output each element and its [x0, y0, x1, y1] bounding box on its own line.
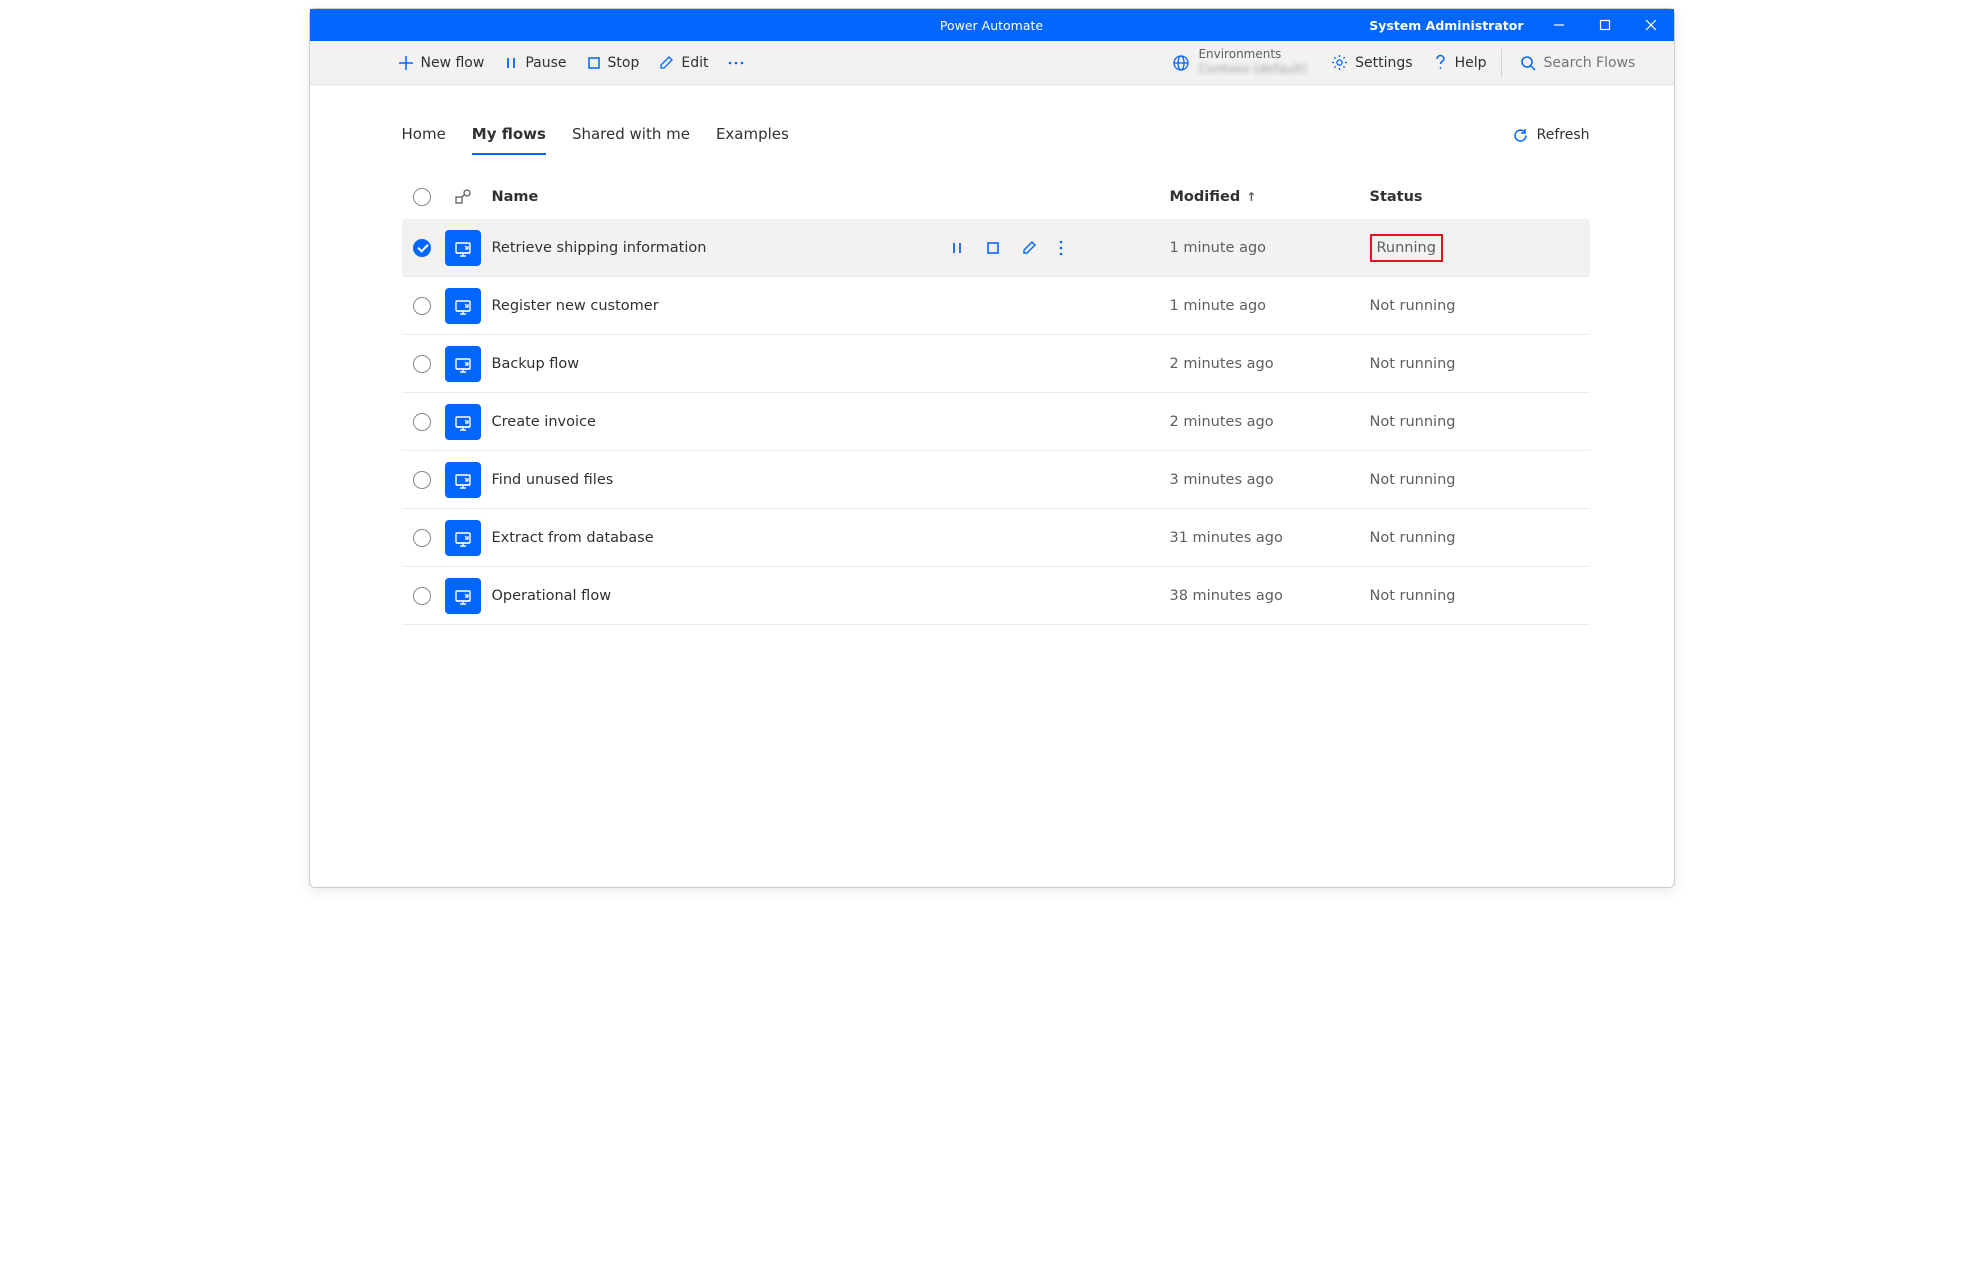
more-button[interactable]: [718, 46, 754, 80]
globe-icon: [1172, 54, 1190, 72]
select-all-checkbox[interactable]: [413, 188, 431, 206]
gear-icon: [1331, 54, 1348, 71]
modified-text: 38 minutes ago: [1170, 588, 1370, 604]
status-cell: Not running: [1370, 588, 1590, 604]
table-row[interactable]: Create invoice 2 minutes agoNot running: [402, 393, 1590, 451]
row-checkbox[interactable]: [413, 529, 431, 547]
help-label: Help: [1455, 55, 1487, 71]
status-cell: Not running: [1370, 472, 1590, 488]
pause-icon: [504, 56, 518, 70]
flow-icon: [445, 230, 481, 266]
refresh-label: Refresh: [1537, 127, 1590, 143]
modified-text: 2 minutes ago: [1170, 356, 1370, 372]
stop-label: Stop: [608, 55, 640, 71]
status-cell: Not running: [1370, 414, 1590, 430]
modified-text: 3 minutes ago: [1170, 472, 1370, 488]
flow-icon: [445, 520, 481, 556]
search-input[interactable]: [1544, 55, 1654, 71]
refresh-button[interactable]: Refresh: [1512, 127, 1590, 144]
divider: [1501, 49, 1502, 77]
modified-text: 1 minute ago: [1170, 298, 1370, 314]
table-row[interactable]: Extract from database 31 minutes agoNot r…: [402, 509, 1590, 567]
plus-icon: [398, 55, 414, 71]
table-row[interactable]: Operational flow 38 minutes agoNot runnin…: [402, 567, 1590, 625]
modified-text: 31 minutes ago: [1170, 530, 1370, 546]
stop-button[interactable]: Stop: [577, 46, 650, 80]
edit-label: Edit: [681, 55, 708, 71]
tab-home[interactable]: Home: [402, 115, 446, 155]
table-row[interactable]: Register new customer 1 minute agoNot run…: [402, 277, 1590, 335]
row-stop-button[interactable]: [986, 241, 1000, 255]
row-edit-button[interactable]: [1022, 240, 1037, 255]
table-row[interactable]: Find unused files 3 minutes agoNot runnin…: [402, 451, 1590, 509]
help-icon: [1433, 54, 1448, 71]
flow-name[interactable]: Extract from database: [484, 530, 950, 546]
flow-icon: [445, 462, 481, 498]
edit-button[interactable]: Edit: [649, 46, 718, 80]
tab-examples[interactable]: Examples: [716, 115, 789, 155]
table-row[interactable]: Retrieve shipping information 1 minute a…: [402, 219, 1590, 277]
tab-shared[interactable]: Shared with me: [572, 115, 690, 155]
refresh-icon: [1512, 127, 1529, 144]
settings-label: Settings: [1355, 55, 1412, 71]
minimize-button[interactable]: [1536, 9, 1582, 41]
table-header: Name Modified ↑ Status: [402, 175, 1590, 219]
status-cell: Not running: [1370, 530, 1590, 546]
flow-icon: [445, 578, 481, 614]
column-name[interactable]: Name: [484, 189, 950, 205]
more-icon: [728, 61, 744, 65]
row-checkbox[interactable]: [413, 355, 431, 373]
row-checkbox[interactable]: [413, 587, 431, 605]
flow-name[interactable]: Find unused files: [484, 472, 950, 488]
env-value: Contoso (default): [1198, 62, 1307, 76]
status-cell: Not running: [1370, 356, 1590, 372]
close-button[interactable]: [1628, 9, 1674, 41]
flow-name[interactable]: Register new customer: [484, 298, 950, 314]
settings-button[interactable]: Settings: [1321, 46, 1422, 80]
status-text: Running: [1370, 234, 1443, 262]
new-flow-label: New flow: [421, 55, 485, 71]
toolbar: New flow Pause Stop Edit Environments Co…: [310, 41, 1674, 85]
sort-asc-icon: ↑: [1246, 190, 1256, 204]
nav-tabs: Home My flows Shared with me Examples Re…: [402, 113, 1590, 157]
tab-myflows[interactable]: My flows: [472, 115, 546, 155]
flow-name[interactable]: Backup flow: [484, 356, 950, 372]
column-status[interactable]: Status: [1370, 189, 1590, 205]
table-row[interactable]: Backup flow 2 minutes agoNot running: [402, 335, 1590, 393]
stop-icon: [587, 56, 601, 70]
env-label: Environments: [1198, 48, 1307, 62]
window-title: Power Automate: [940, 18, 1043, 33]
maximize-button[interactable]: [1582, 9, 1628, 41]
search-icon: [1520, 55, 1536, 71]
status-cell: Not running: [1370, 298, 1590, 314]
titlebar: Power Automate System Administrator: [310, 9, 1674, 41]
flow-name[interactable]: Operational flow: [484, 588, 950, 604]
help-button[interactable]: Help: [1423, 46, 1497, 80]
column-modified[interactable]: Modified ↑: [1170, 189, 1370, 205]
row-checkbox[interactable]: [413, 297, 431, 315]
row-pause-button[interactable]: [950, 241, 964, 255]
row-checkbox[interactable]: [413, 471, 431, 489]
row-checkbox[interactable]: [413, 413, 431, 431]
user-name[interactable]: System Administrator: [1369, 18, 1535, 33]
search-flows[interactable]: [1506, 55, 1668, 71]
environments-picker[interactable]: Environments Contoso (default): [1158, 41, 1321, 85]
modified-text: 2 minutes ago: [1170, 414, 1370, 430]
flow-name[interactable]: Retrieve shipping information: [484, 240, 950, 256]
edit-icon: [659, 55, 674, 70]
new-flow-button[interactable]: New flow: [388, 46, 495, 80]
pause-button[interactable]: Pause: [494, 46, 576, 80]
row-more-button[interactable]: [1059, 240, 1063, 256]
row-checkbox[interactable]: [413, 239, 431, 257]
flow-name[interactable]: Create invoice: [484, 414, 950, 430]
flow-icon: [445, 404, 481, 440]
flow-icon: [445, 288, 481, 324]
flow-icon: [445, 346, 481, 382]
sort-type-icon[interactable]: [454, 188, 472, 206]
pause-label: Pause: [525, 55, 566, 71]
modified-text: 1 minute ago: [1170, 240, 1370, 256]
status-cell: Running: [1370, 234, 1590, 262]
